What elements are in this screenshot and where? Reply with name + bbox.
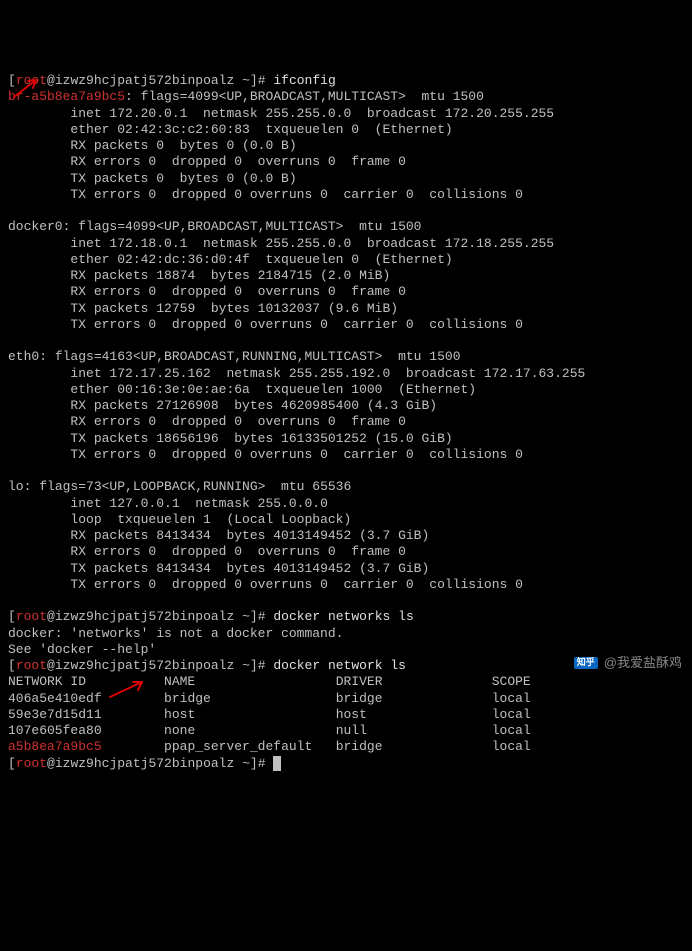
cmd-docker-networks: docker networks ls [273,609,413,624]
docker-error-1: docker: 'networks' is not a docker comma… [8,626,343,641]
net-row: 406a5e410edf bridge bridge local [8,691,531,706]
net-row: a5b8ea7a9bc5 ppap_server_default bridge … [8,739,531,754]
zhihu-icon: 知乎 [574,657,598,669]
cmd-ifconfig: ifconfig [273,73,335,88]
iface-br-name: br-a5b8ea7a9bc5 [8,89,125,104]
net-row: 59e3e7d15d11 host host local [8,707,531,722]
prompt-path: ~ [242,73,250,88]
iface-eth0-name: eth0 [8,349,39,364]
cursor[interactable] [273,756,281,771]
watermark: 知乎 @我爱盐酥鸡 [574,655,682,671]
iface-lo-name: lo [8,479,24,494]
watermark-text: 我爱盐酥鸡 [617,655,682,670]
net-row: 107e605fea80 none null local [8,723,531,738]
cmd-docker-network: docker network ls [273,658,406,673]
docker-error-2: See 'docker --help' [8,642,156,657]
prompt-host: izwz9hcjpatj572binpoalz [55,73,234,88]
iface-docker0-name: docker0 [8,219,63,234]
net-header: NETWORK ID NAME DRIVER SCOPE [8,674,531,689]
prompt-user: root [16,73,47,88]
